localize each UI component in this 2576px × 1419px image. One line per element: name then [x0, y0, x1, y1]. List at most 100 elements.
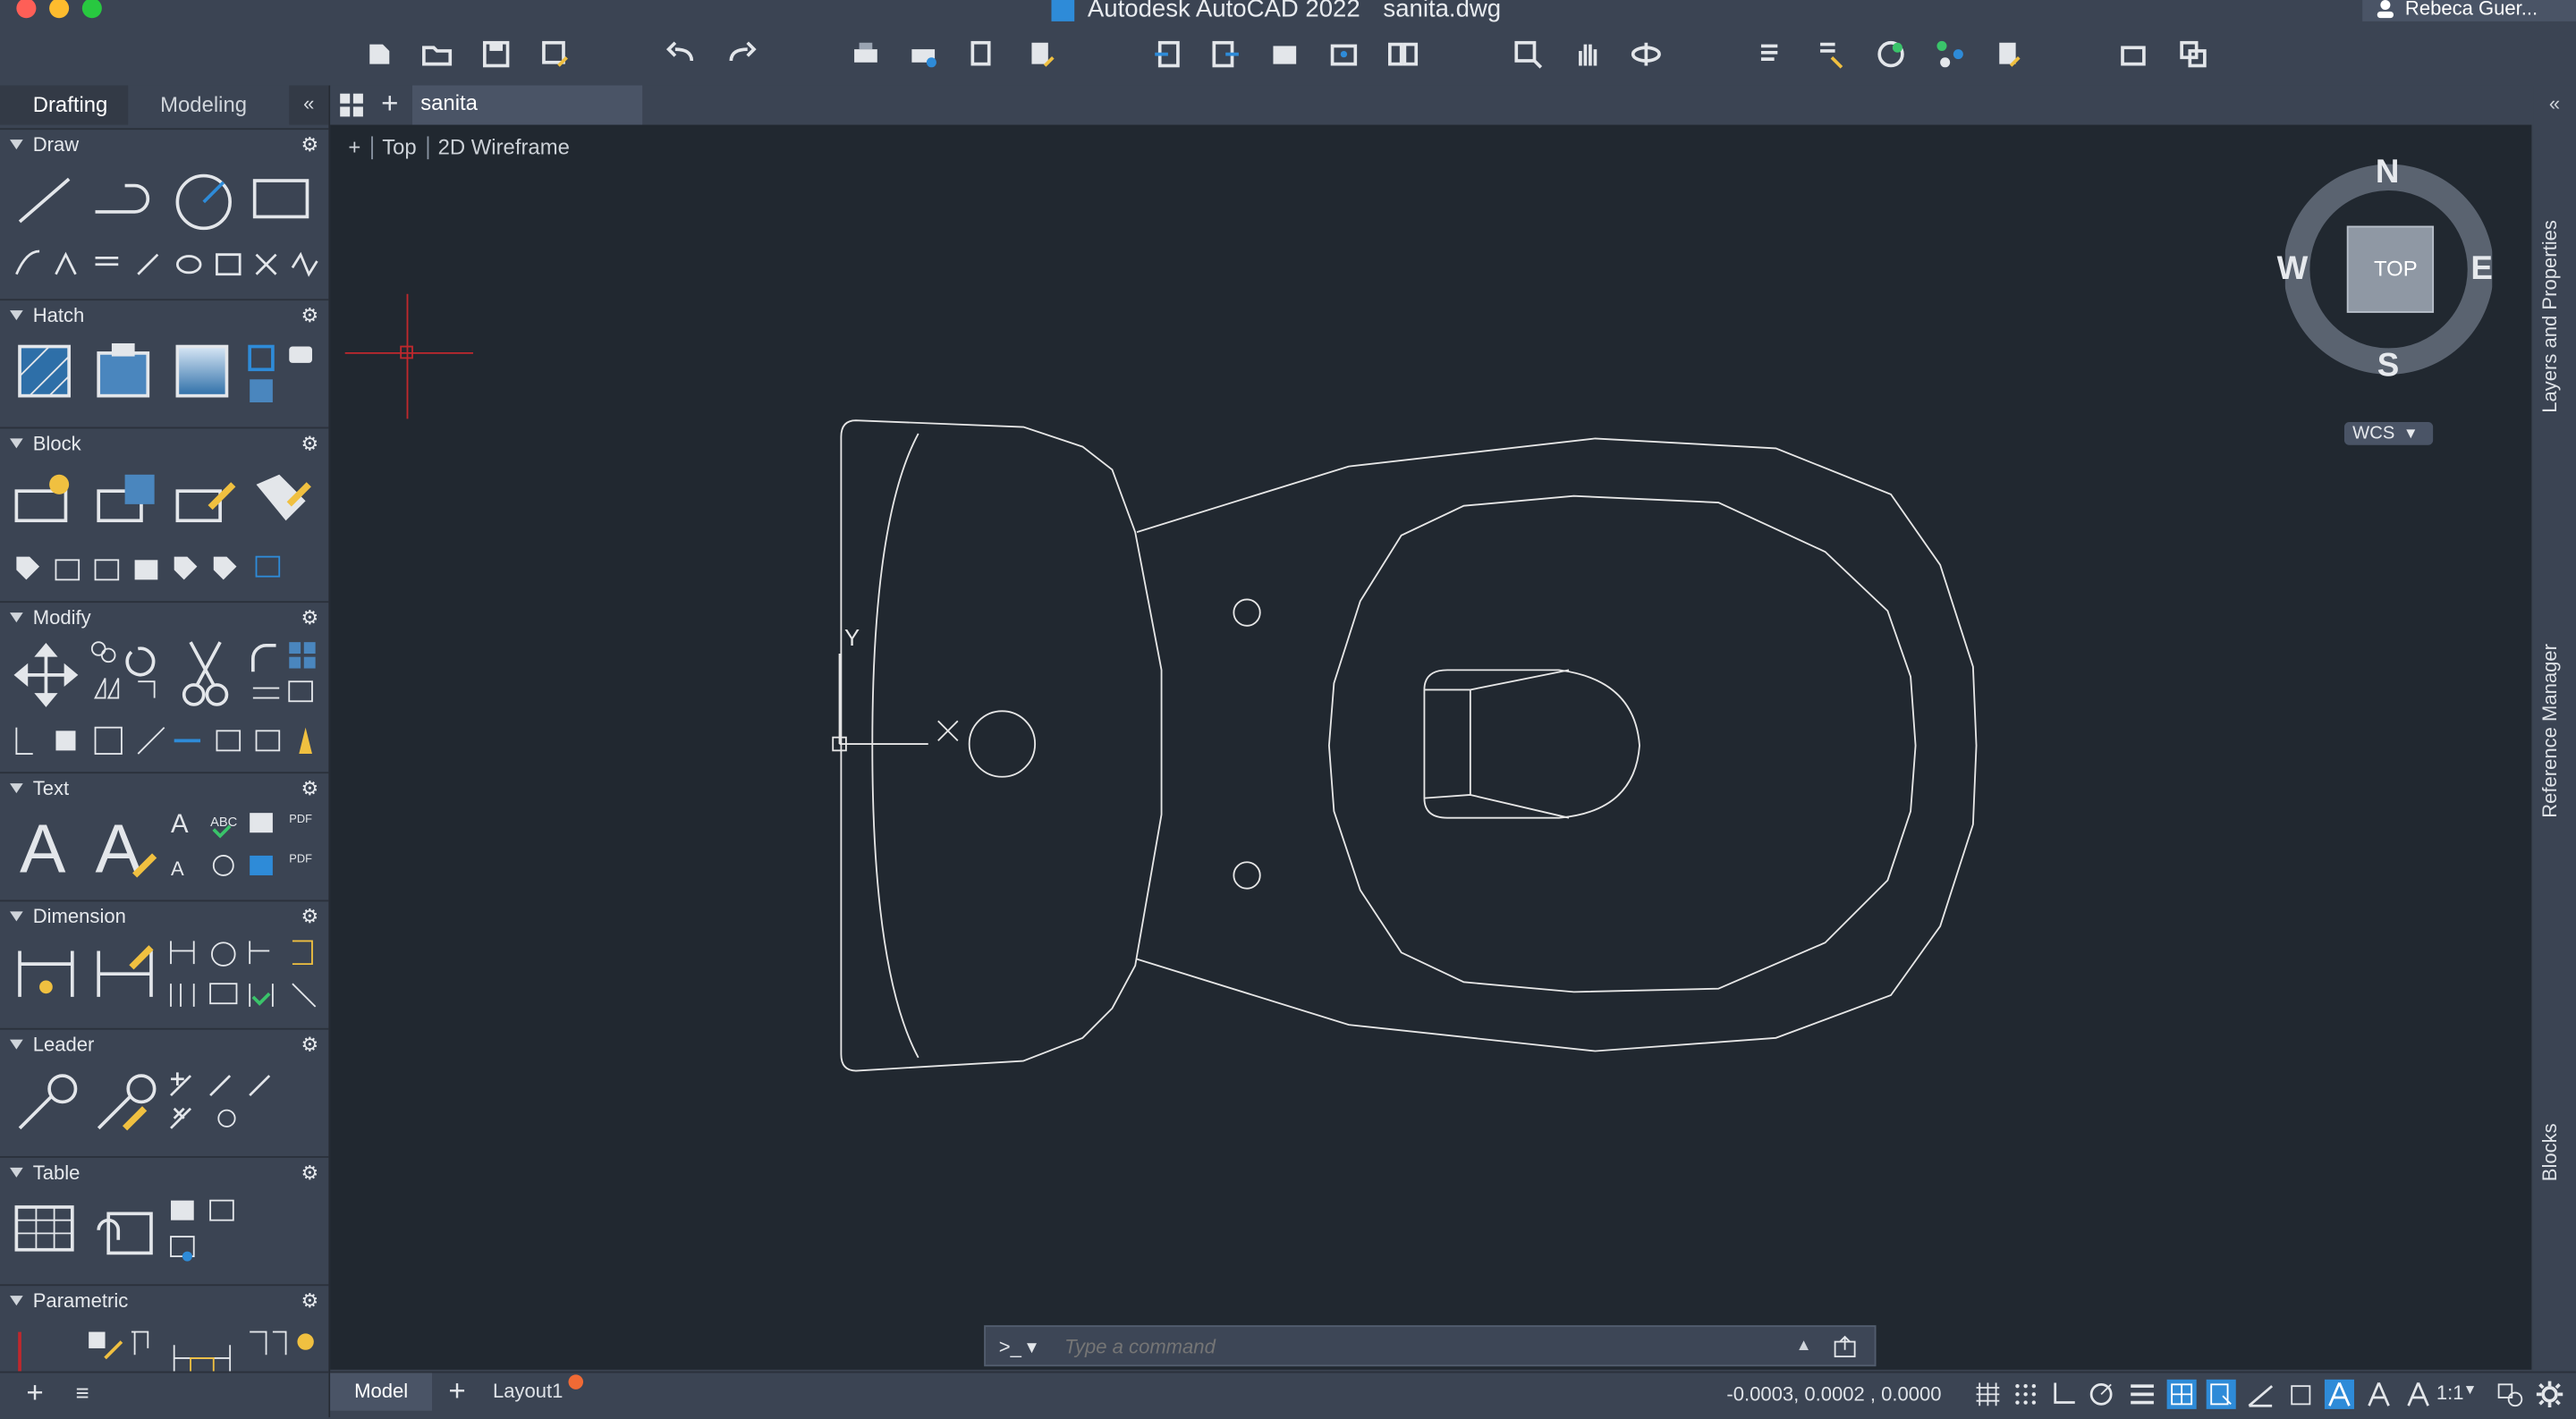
- publish-icon[interactable]: [964, 36, 1000, 72]
- blocks-tab[interactable]: Blocks: [2538, 1123, 2562, 1181]
- user-account-button[interactable]: Rebeca Guer...: [2362, 0, 2576, 21]
- share-icon[interactable]: [1326, 36, 1361, 72]
- save-icon[interactable]: [478, 36, 513, 72]
- compass-south[interactable]: S: [2377, 348, 2400, 385]
- zoom-window-button[interactable]: [81, 0, 102, 19]
- layout1-tab[interactable]: Layout1: [493, 1380, 563, 1403]
- coordinates-readout[interactable]: -0.0003, 0.0002 , 0.0000: [1726, 1383, 1941, 1406]
- viewcube-face-label[interactable]: TOP: [2374, 257, 2418, 282]
- parametric-tools-row[interactable]: [13, 1325, 326, 1375]
- section-header-block[interactable]: Block ⚙: [0, 428, 328, 458]
- compass-north[interactable]: N: [2376, 155, 2400, 192]
- lineweight-icon[interactable]: [2128, 1380, 2157, 1409]
- zoom-window-icon[interactable]: [1510, 36, 1546, 72]
- section-header-parametric[interactable]: Parametric ⚙: [0, 1286, 328, 1315]
- add-layout-plus-icon[interactable]: +: [448, 1374, 465, 1409]
- gear-icon[interactable]: ⚙: [301, 606, 319, 629]
- section-header-dimension[interactable]: Dimension ⚙: [0, 901, 328, 931]
- attribute-icon[interactable]: [250, 468, 315, 527]
- section-header-text[interactable]: Text ⚙: [0, 773, 328, 803]
- new-tab-plus-icon[interactable]: +: [381, 87, 398, 122]
- table-small-tools-grid[interactable]: [167, 1194, 240, 1266]
- file-tab-sanita[interactable]: sanita: [412, 85, 643, 125]
- compare-icon[interactable]: [1385, 36, 1420, 72]
- open-folder-icon[interactable]: [419, 36, 454, 72]
- minimize-window-button[interactable]: [49, 0, 70, 19]
- tab-modeling[interactable]: Modeling: [127, 86, 267, 125]
- viewport-menu-plus[interactable]: +: [348, 135, 360, 160]
- isodraft-icon[interactable]: [2246, 1380, 2275, 1409]
- auto-scale-icon[interactable]: [2364, 1380, 2394, 1409]
- dimension-icon[interactable]: [13, 944, 79, 1003]
- grid-icon[interactable]: [1973, 1380, 2003, 1409]
- create-block-icon[interactable]: [13, 471, 79, 530]
- properties-icon[interactable]: [1755, 36, 1791, 72]
- fillet-array-icons[interactable]: [247, 638, 319, 711]
- annotation-scale-icon[interactable]: [2403, 1380, 2433, 1409]
- trim-scissors-icon[interactable]: [177, 636, 236, 711]
- viewcube[interactable]: TOP N S E W: [2277, 155, 2495, 384]
- orbit-icon[interactable]: [1628, 36, 1664, 72]
- tab-drafting[interactable]: Drafting: [0, 85, 128, 125]
- section-header-hatch[interactable]: Hatch ⚙: [0, 300, 328, 330]
- pan-hand-icon[interactable]: [1569, 36, 1605, 72]
- gear-icon[interactable]: ⚙: [301, 304, 319, 327]
- section-header-draw[interactable]: Draw ⚙: [0, 130, 328, 159]
- match-properties-icon[interactable]: [1814, 36, 1850, 72]
- render-icon[interactable]: [2116, 36, 2152, 72]
- export-icon[interactable]: [1208, 36, 1243, 72]
- gear-icon[interactable]: ⚙: [301, 777, 319, 800]
- insert-block-icon[interactable]: [96, 471, 161, 530]
- modify-small-tools-row[interactable]: [10, 721, 322, 760]
- batch-plot-icon[interactable]: [905, 36, 941, 72]
- text-style-icon[interactable]: A: [92, 809, 161, 882]
- annotation-visibility-icon[interactable]: [2324, 1379, 2354, 1409]
- collapse-right-panel-icon[interactable]: «: [2533, 86, 2576, 125]
- sheet-set-icon[interactable]: [1991, 36, 2027, 72]
- command-history-up-icon[interactable]: ▲: [1796, 1337, 1832, 1355]
- gradient-hatch-icon[interactable]: [96, 342, 155, 402]
- command-input[interactable]: [1061, 1332, 1796, 1359]
- compass-east[interactable]: E: [2470, 251, 2493, 289]
- plot-icon[interactable]: [848, 36, 884, 72]
- command-prompt-icon[interactable]: >_ ▾: [986, 1334, 1061, 1357]
- add-palette-icon[interactable]: +: [26, 1376, 43, 1411]
- scale-dropdown-chevron-icon[interactable]: ▾: [2466, 1381, 2474, 1399]
- drawing-canvas[interactable]: Y TOP N S E W WCS ▾: [330, 124, 2532, 1370]
- attach-icon[interactable]: [1267, 36, 1302, 72]
- compare-drawings-icon[interactable]: [2175, 36, 2211, 72]
- object-snap-icon[interactable]: [2206, 1379, 2236, 1409]
- polar-tracking-icon[interactable]: [2087, 1380, 2116, 1409]
- move-icon[interactable]: [13, 642, 79, 707]
- tool-palettes-icon[interactable]: [1932, 36, 1968, 72]
- copy-rotate-mirror-icons[interactable]: [89, 638, 164, 711]
- multiline-text-icon[interactable]: A: [16, 809, 81, 882]
- selection-cycling-icon[interactable]: [2285, 1380, 2315, 1409]
- circle-tool-icon[interactable]: [171, 169, 236, 234]
- workspace-switch-icon[interactable]: [2496, 1380, 2525, 1409]
- multileader-icon[interactable]: [13, 1072, 79, 1135]
- compass-west[interactable]: W: [2277, 251, 2309, 289]
- leader-small-tools-grid[interactable]: [167, 1069, 285, 1142]
- settings-gear-icon[interactable]: [2535, 1380, 2564, 1409]
- reference-manager-tab[interactable]: Reference Manager: [2538, 644, 2562, 818]
- close-window-button[interactable]: [16, 0, 37, 19]
- import-icon[interactable]: [1150, 36, 1186, 72]
- ortho-mode-icon[interactable]: [2048, 1380, 2078, 1409]
- section-header-leader[interactable]: Leader ⚙: [0, 1030, 328, 1060]
- start-tab-grid-icon[interactable]: [338, 92, 364, 118]
- section-header-table[interactable]: Table ⚙: [0, 1158, 328, 1187]
- model-tab[interactable]: Model: [330, 1373, 433, 1411]
- gear-icon[interactable]: ⚙: [301, 1033, 319, 1056]
- text-small-tools-grid[interactable]: A ABC PDF A PDF: [167, 807, 322, 885]
- palette-menu-icon[interactable]: ≡: [75, 1380, 89, 1406]
- gradient-icon[interactable]: [174, 343, 233, 402]
- section-header-modify[interactable]: Modify ⚙: [0, 603, 328, 632]
- draw-small-tools-row[interactable]: [10, 248, 322, 281]
- gear-icon[interactable]: ⚙: [301, 133, 319, 156]
- edit-block-icon[interactable]: [174, 471, 240, 530]
- table-icon[interactable]: [13, 1204, 79, 1256]
- multileader-style-icon[interactable]: [92, 1072, 157, 1135]
- annotation-scale-value[interactable]: 1:1: [2436, 1381, 2464, 1405]
- share-command-icon[interactable]: [1832, 1332, 1858, 1358]
